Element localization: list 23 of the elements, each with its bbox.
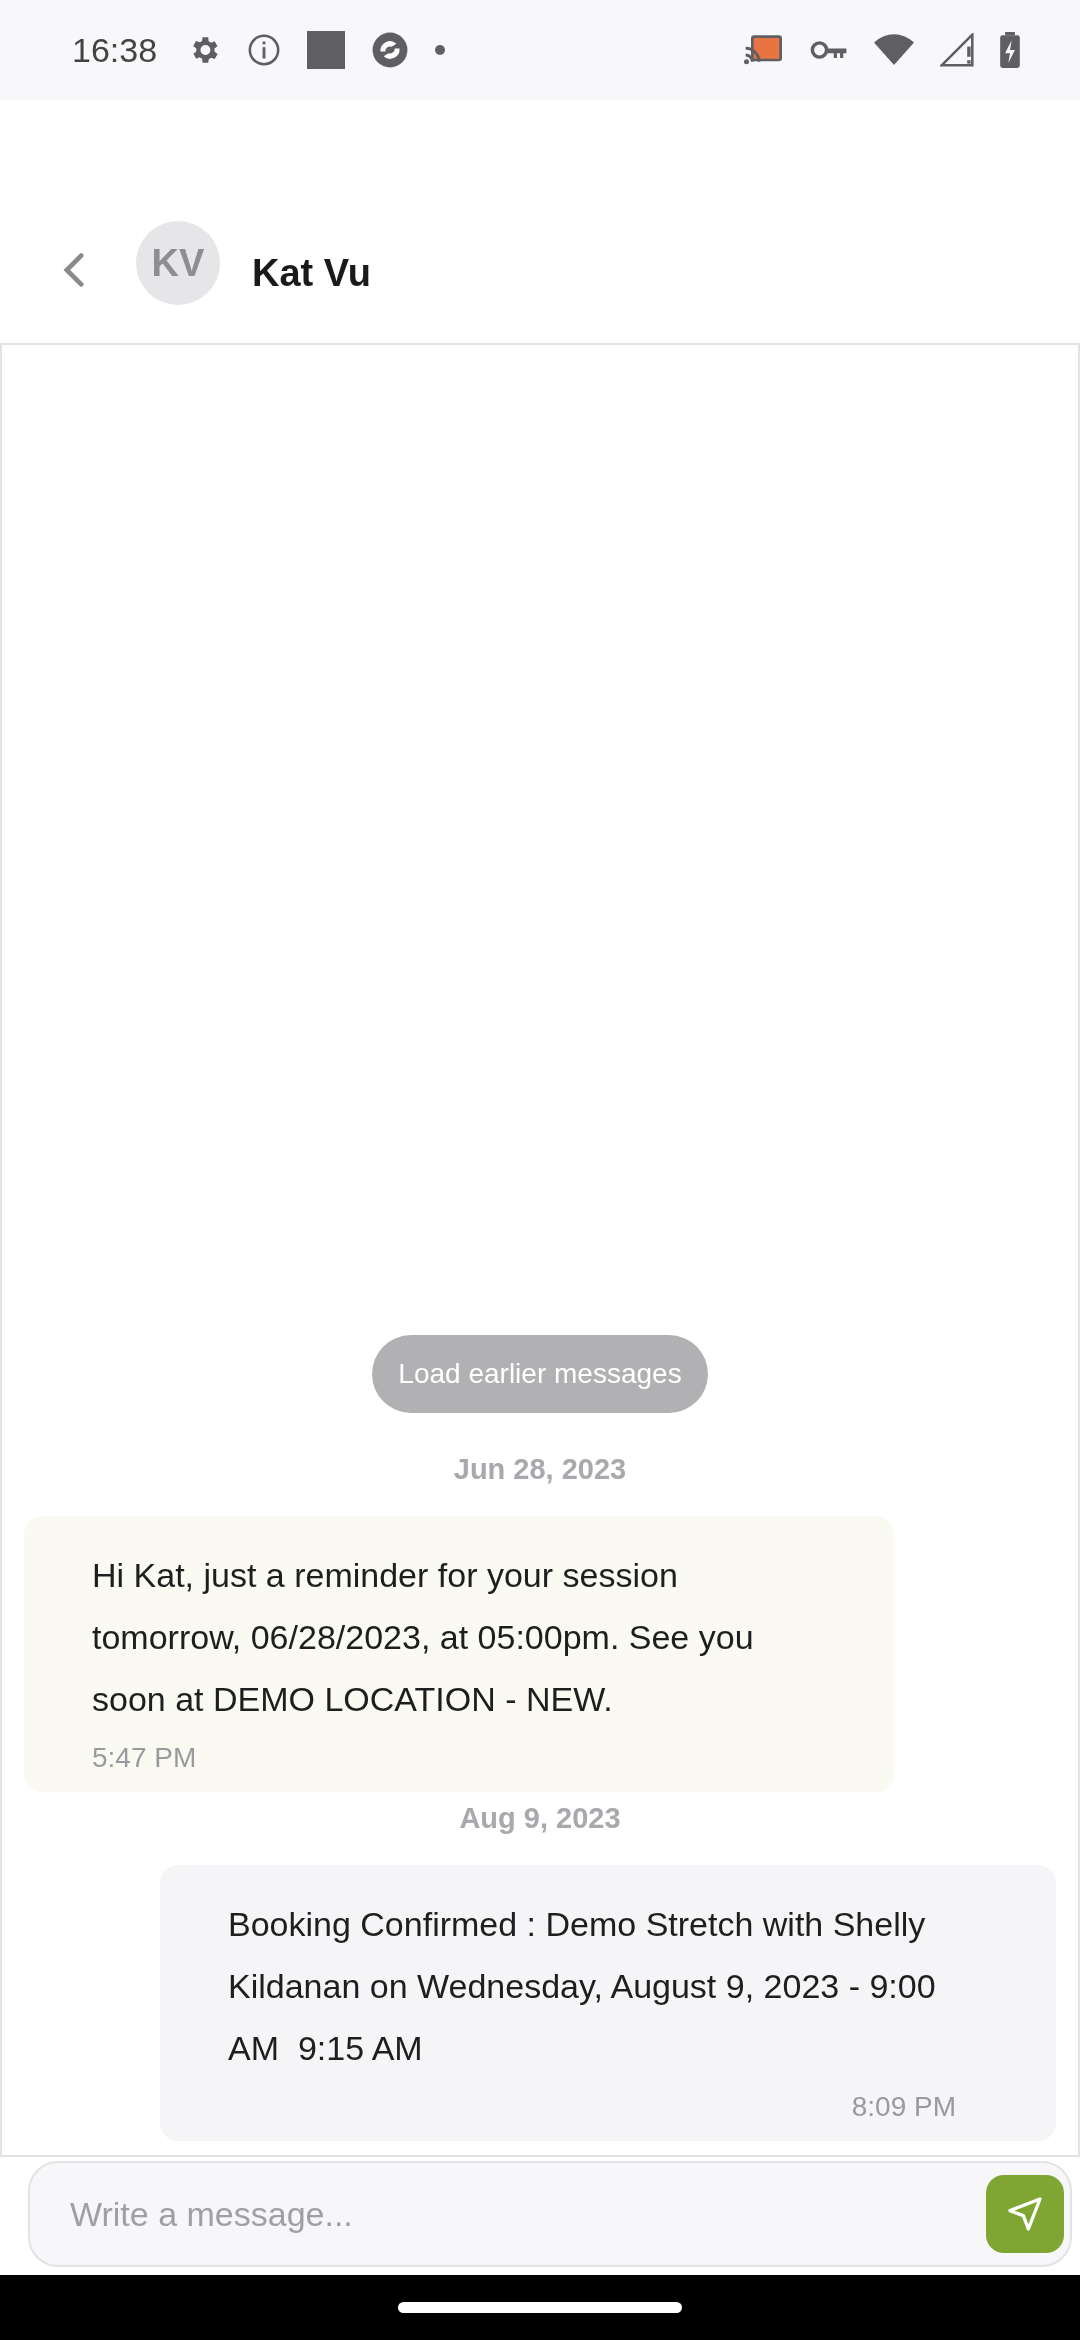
dot-icon: [435, 45, 446, 55]
date-label: Aug 9, 2023: [459, 1802, 621, 1835]
load-earlier-button[interactable]: Load earlier messages: [372, 1335, 708, 1413]
message-time: 5:47 PM: [92, 1742, 197, 1774]
wifi-icon: [874, 34, 914, 66]
avatar: KV: [136, 221, 220, 305]
app-icon: [371, 31, 410, 69]
status-time: 16:38: [72, 30, 158, 70]
battery-icon: [1000, 32, 1020, 68]
message-text: Hi Kat, just a reminder for your session tomorrow, 06/28/2023, at 05:00pm. See you soon at DEMO LOCATION - NEW.: [92, 1555, 755, 1720]
cast-icon: [744, 33, 784, 67]
send-icon: [1005, 2194, 1045, 2234]
info-icon: [247, 33, 282, 67]
key-icon: [810, 38, 848, 62]
signal-icon: [940, 33, 974, 67]
date-label: Jun 28, 2023: [453, 1453, 627, 1486]
message-time: 8:09 PM: [851, 2091, 956, 2123]
message-input[interactable]: Write a message...: [28, 2161, 1072, 2267]
contact-name: Kat Vu: [252, 252, 371, 295]
back-icon: [63, 252, 85, 288]
square-icon: [307, 31, 346, 69]
message-text: Booking Confirmed : Demo Stretch with Shelly Kildanan on Wednesday, August 9, 2023 - 9:00 AM 9:15 AM: [228, 1904, 937, 2069]
send-button[interactable]: [986, 2175, 1064, 2253]
